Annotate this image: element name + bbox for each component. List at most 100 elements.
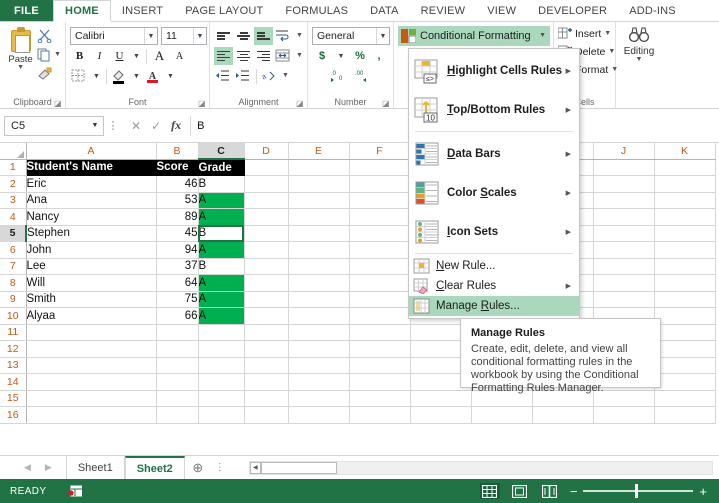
cell-D11[interactable] bbox=[244, 324, 288, 341]
cell-A11[interactable] bbox=[26, 324, 156, 341]
cell-A9[interactable]: Smith bbox=[26, 291, 156, 308]
sheet-tab-sheet2[interactable]: Sheet2 bbox=[125, 456, 185, 479]
row-header-12[interactable]: 12 bbox=[0, 341, 26, 358]
cell-G15[interactable] bbox=[410, 390, 471, 407]
menu-item-manage-rules[interactable]: Manage Rules... bbox=[409, 296, 579, 316]
menu-item-data-bars[interactable]: Data Bars ▶ bbox=[409, 134, 579, 173]
zoom-slider-thumb[interactable] bbox=[635, 484, 638, 498]
cell-D4[interactable] bbox=[244, 209, 288, 226]
cancel-icon[interactable]: ✕ bbox=[131, 119, 141, 133]
cell-F5[interactable] bbox=[349, 225, 410, 242]
select-all-corner[interactable] bbox=[0, 143, 26, 159]
row-header-7[interactable]: 7 bbox=[0, 258, 26, 275]
horizontal-scrollbar[interactable]: ◀ bbox=[249, 461, 713, 475]
cell-D1[interactable] bbox=[244, 159, 288, 176]
cell-K2[interactable] bbox=[654, 176, 715, 193]
cell-F16[interactable] bbox=[349, 407, 410, 424]
page-break-view-button[interactable] bbox=[540, 483, 560, 499]
row-header-2[interactable]: 2 bbox=[0, 176, 26, 193]
record-macro-icon[interactable] bbox=[68, 485, 82, 497]
cell-B2[interactable]: 46 bbox=[156, 176, 198, 193]
cell-F14[interactable] bbox=[349, 374, 410, 391]
cell-G16[interactable] bbox=[410, 407, 471, 424]
cell-K9[interactable] bbox=[654, 291, 715, 308]
binoculars-icon[interactable] bbox=[628, 26, 650, 44]
cell-C1[interactable]: Grade bbox=[198, 159, 244, 176]
cell-A13[interactable] bbox=[26, 357, 156, 374]
cell-B9[interactable]: 75 bbox=[156, 291, 198, 308]
cell-F15[interactable] bbox=[349, 390, 410, 407]
column-header-a[interactable]: A bbox=[26, 143, 156, 159]
cell-E9[interactable] bbox=[288, 291, 349, 308]
cell-D12[interactable] bbox=[244, 341, 288, 358]
cell-E13[interactable] bbox=[288, 357, 349, 374]
orientation-button[interactable]: a bbox=[260, 67, 279, 85]
cell-K3[interactable] bbox=[654, 192, 715, 209]
increase-indent-button[interactable] bbox=[234, 67, 253, 85]
column-header-f[interactable]: F bbox=[349, 143, 410, 159]
cell-B11[interactable] bbox=[156, 324, 198, 341]
cell-B16[interactable] bbox=[156, 407, 198, 424]
cut-button[interactable] bbox=[37, 28, 61, 44]
cell-D3[interactable] bbox=[244, 192, 288, 209]
cell-J5[interactable] bbox=[593, 225, 654, 242]
cell-A5[interactable]: Stephen bbox=[26, 225, 156, 242]
cell-B14[interactable] bbox=[156, 374, 198, 391]
cell-C4[interactable]: A bbox=[198, 209, 244, 226]
font-name-arrow[interactable]: ▼ bbox=[144, 28, 157, 44]
shrink-font-button[interactable]: A bbox=[170, 47, 189, 65]
fill-color-button[interactable] bbox=[110, 67, 129, 85]
paste-button[interactable]: Paste ▼ bbox=[4, 24, 37, 71]
sheet-bar-handle[interactable]: ⋮ bbox=[211, 462, 229, 473]
align-left-button[interactable] bbox=[214, 47, 233, 65]
row-header-3[interactable]: 3 bbox=[0, 192, 26, 209]
check-icon[interactable]: ✓ bbox=[151, 119, 161, 133]
borders-dropdown-arrow[interactable]: ▼ bbox=[90, 67, 103, 85]
cell-A14[interactable] bbox=[26, 374, 156, 391]
cell-B13[interactable] bbox=[156, 357, 198, 374]
cell-J16[interactable] bbox=[593, 407, 654, 424]
alignment-dialog-launcher[interactable]: ◪ bbox=[296, 99, 305, 108]
menu-item-new-rule[interactable]: New Rule... bbox=[409, 256, 579, 276]
align-bottom-button[interactable] bbox=[254, 27, 273, 45]
copy-button[interactable]: ▼ bbox=[37, 47, 61, 63]
cell-K10[interactable] bbox=[654, 308, 715, 325]
name-box[interactable]: C5 ▼ bbox=[4, 116, 104, 136]
merge-center-dropdown-arrow[interactable]: ▼ bbox=[294, 47, 305, 65]
zoom-in-button[interactable]: + bbox=[699, 485, 707, 498]
cell-A10[interactable]: Alyaa bbox=[26, 308, 156, 325]
worksheet-grid[interactable]: A B C D E F G H I J K 1Student's NameSco… bbox=[0, 143, 719, 455]
cell-B12[interactable] bbox=[156, 341, 198, 358]
conditional-formatting-dropdown-arrow[interactable]: ▼ bbox=[539, 33, 546, 39]
cell-K16[interactable] bbox=[654, 407, 715, 424]
cell-F6[interactable] bbox=[349, 242, 410, 259]
cell-A2[interactable]: Eric bbox=[26, 176, 156, 193]
cell-D2[interactable] bbox=[244, 176, 288, 193]
bold-button[interactable]: B bbox=[70, 47, 89, 65]
cell-J4[interactable] bbox=[593, 209, 654, 226]
normal-view-button[interactable] bbox=[480, 483, 500, 499]
decrease-decimal-button[interactable]: .00 bbox=[354, 67, 372, 85]
paste-dropdown-arrow[interactable]: ▼ bbox=[17, 65, 24, 71]
row-header-14[interactable]: 14 bbox=[0, 374, 26, 391]
page-layout-view-button[interactable] bbox=[510, 483, 530, 499]
cell-B5[interactable]: 45 bbox=[156, 225, 198, 242]
align-top-button[interactable] bbox=[214, 27, 233, 45]
cell-E14[interactable] bbox=[288, 374, 349, 391]
cell-C12[interactable] bbox=[198, 341, 244, 358]
cell-K15[interactable] bbox=[654, 390, 715, 407]
cell-H16[interactable] bbox=[471, 407, 532, 424]
fill-color-dropdown-arrow[interactable]: ▼ bbox=[130, 67, 143, 85]
cell-E2[interactable] bbox=[288, 176, 349, 193]
cell-C9[interactable]: A bbox=[198, 291, 244, 308]
cell-F7[interactable] bbox=[349, 258, 410, 275]
cell-E10[interactable] bbox=[288, 308, 349, 325]
cell-F10[interactable] bbox=[349, 308, 410, 325]
cell-C14[interactable] bbox=[198, 374, 244, 391]
font-color-dropdown-arrow[interactable]: ▼ bbox=[164, 67, 177, 85]
cell-F1[interactable] bbox=[349, 159, 410, 176]
cell-C2[interactable]: B bbox=[198, 176, 244, 193]
column-header-d[interactable]: D bbox=[244, 143, 288, 159]
cell-A3[interactable]: Ana bbox=[26, 192, 156, 209]
currency-button[interactable]: $ bbox=[313, 47, 331, 65]
